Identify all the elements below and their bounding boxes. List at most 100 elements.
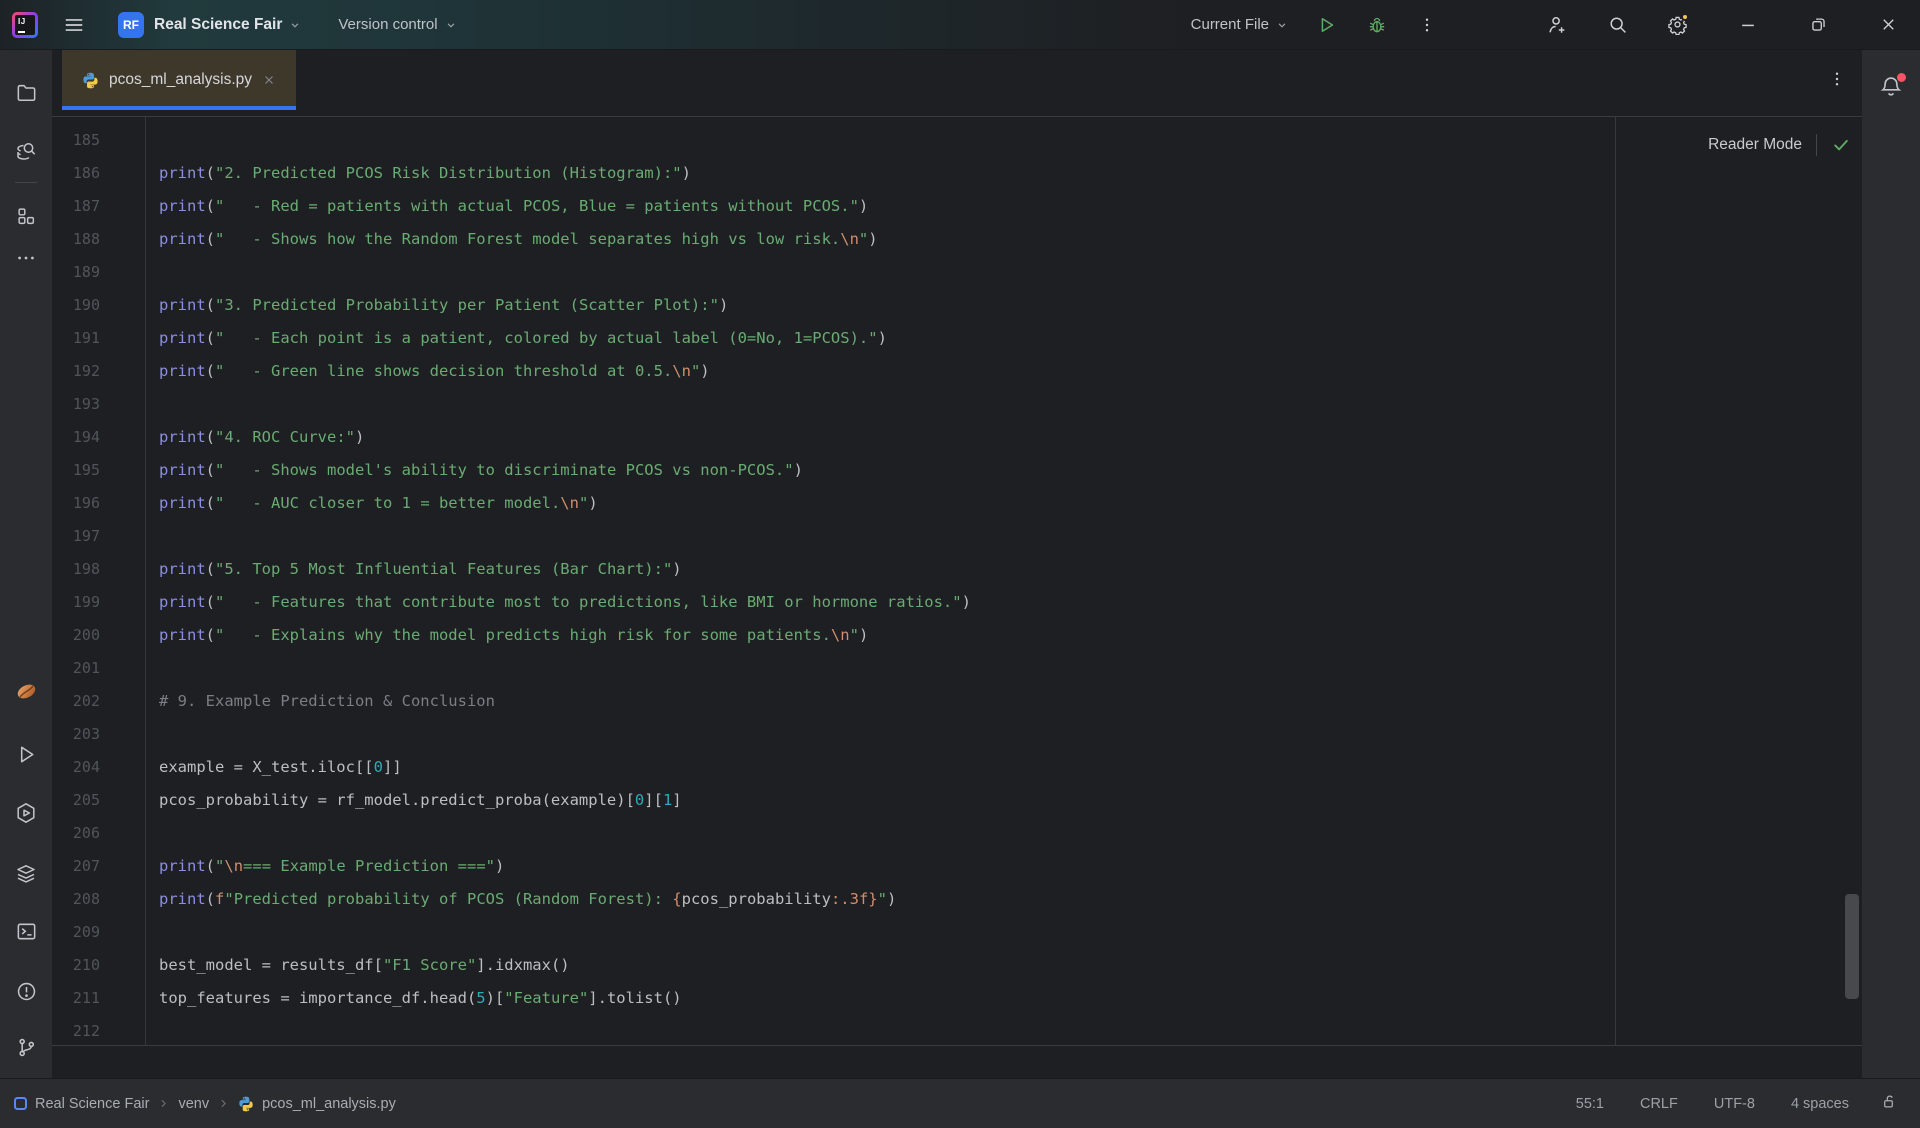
line-number[interactable]: 201 [52,652,145,685]
caret-position-widget[interactable]: 55:1 [1576,1096,1604,1112]
code-text[interactable] [145,520,159,553]
minimize-window-button[interactable] [1734,11,1762,39]
code-text[interactable]: print(" - AUC closer to 1 = better model… [145,487,598,520]
line-number[interactable]: 197 [52,520,145,553]
code-text[interactable] [145,1015,159,1045]
line-number[interactable]: 188 [52,223,145,256]
line-number[interactable]: 204 [52,751,145,784]
line-number[interactable]: 205 [52,784,145,817]
code-text[interactable] [145,256,159,289]
more-actions-button[interactable] [1413,11,1441,39]
line-number[interactable]: 193 [52,388,145,421]
line-number[interactable]: 195 [52,454,145,487]
line-number[interactable]: 202 [52,685,145,718]
tab-label: pcos_ml_analysis.py [109,71,253,88]
code-text[interactable]: print("3. Predicted Probability per Pati… [145,289,728,322]
code-text[interactable]: print(" - Red = patients with actual PCO… [145,190,868,223]
code-text[interactable]: top_features = importance_df.head(5)["Fe… [145,982,682,1015]
line-number[interactable]: 208 [52,883,145,916]
vertical-scrollbar[interactable] [1845,894,1859,999]
run-tool-button[interactable] [12,743,40,771]
vcs-widget[interactable]: Version control [338,16,457,33]
line-number[interactable]: 194 [52,421,145,454]
project-tool-button[interactable] [12,81,40,109]
code-text[interactable]: example = X_test.iloc[[0]] [145,751,402,784]
indent-widget[interactable]: 4 spaces [1791,1096,1849,1112]
code-token: ( [205,164,216,182]
code-text[interactable]: print(" - Shows how the Random Forest mo… [145,223,878,256]
python-packages-tool-button[interactable] [12,862,40,890]
line-number[interactable]: 192 [52,355,145,388]
code-text[interactable] [145,124,159,157]
code-text[interactable]: print("4. ROC Curve:") [145,421,364,454]
search-everywhere-button[interactable] [1603,11,1631,39]
code-token: top_features = importance_df.head( [159,989,477,1007]
line-number[interactable]: 185 [52,124,145,157]
tab-options-button[interactable] [1828,70,1846,93]
structure-tool-button[interactable] [12,204,40,232]
line-number[interactable]: 200 [52,619,145,652]
line-number[interactable]: 190 [52,289,145,322]
line-number[interactable]: 210 [52,949,145,982]
code-editor[interactable]: 185 186 print("2. Predicted PCOS Risk Dist… [52,117,1862,1046]
line-number[interactable]: 191 [52,322,145,355]
tab-close-icon[interactable] [262,73,276,87]
code-with-me-button[interactable] [1543,11,1571,39]
breadcrumb-project[interactable]: Real Science Fair [35,1096,149,1112]
code-text[interactable] [145,718,159,751]
code-text[interactable]: # 9. Example Prediction & Conclusion [145,685,495,718]
code-text[interactable]: print(f"Predicted probability of PCOS (R… [145,883,896,916]
settings-button[interactable] [1663,11,1691,39]
breadcrumb-folder[interactable]: venv [178,1096,209,1112]
code-text[interactable] [145,916,159,949]
code-text[interactable]: print(" - Explains why the model predict… [145,619,868,652]
file-writable-toggle[interactable] [1879,1092,1898,1115]
line-number[interactable]: 198 [52,553,145,586]
code-token: "2. Predicted PCOS Risk Distribution (Hi… [215,164,682,182]
code-text[interactable]: print("\n=== Example Prediction ===") [145,850,504,883]
line-number[interactable]: 196 [52,487,145,520]
code-text[interactable] [145,652,159,685]
run-button[interactable] [1313,11,1341,39]
line-number[interactable]: 186 [52,157,145,190]
code-text[interactable]: print("5. Top 5 Most Influential Feature… [145,553,682,586]
services-tool-button[interactable] [12,801,40,829]
run-configuration-selector[interactable]: Current File [1191,16,1289,33]
line-number[interactable]: 206 [52,817,145,850]
line-number[interactable]: 203 [52,718,145,751]
code-text[interactable]: best_model = results_df["F1 Score"].idxm… [145,949,570,982]
encoding-widget[interactable]: UTF-8 [1714,1096,1755,1112]
project-name: Real Science Fair [154,15,283,33]
line-number[interactable]: 187 [52,190,145,223]
code-text[interactable] [145,388,159,421]
plugin-tool-button[interactable] [12,680,40,708]
code-text[interactable]: print(" - Features that contribute most … [145,586,971,619]
more-tool-windows-button[interactable] [12,246,40,274]
code-text[interactable]: pcos_probability = rf_model.predict_prob… [145,784,682,817]
debug-button[interactable] [1363,11,1391,39]
code-text[interactable]: print(" - Each point is a patient, color… [145,322,887,355]
reader-mode-toggle[interactable] [1831,135,1851,155]
code-text[interactable]: print("2. Predicted PCOS Risk Distributi… [145,157,691,190]
line-number[interactable]: 199 [52,586,145,619]
line-separator-widget[interactable]: CRLF [1640,1096,1678,1112]
restore-window-button[interactable] [1804,11,1832,39]
main-menu-button[interactable] [60,11,88,39]
find-tool-button[interactable] [12,139,40,167]
close-window-button[interactable] [1874,11,1902,39]
line-number[interactable]: 189 [52,256,145,289]
project-widget[interactable]: RF Real Science Fair [118,11,302,38]
code-text[interactable] [145,817,159,850]
line-number[interactable]: 207 [52,850,145,883]
breadcrumb-file[interactable]: pcos_ml_analysis.py [262,1096,396,1112]
line-number[interactable]: 212 [52,1015,145,1045]
terminal-tool-button[interactable] [12,920,40,948]
code-text[interactable]: print(" - Green line shows decision thre… [145,355,710,388]
tab-pcos-ml-analysis[interactable]: pcos_ml_analysis.py [62,50,297,110]
version-control-tool-button[interactable] [12,1036,40,1064]
line-number[interactable]: 209 [52,916,145,949]
code-text[interactable]: print(" - Shows model's ability to discr… [145,454,803,487]
problems-tool-button[interactable] [12,980,40,1008]
line-number[interactable]: 211 [52,982,145,1015]
notifications-button[interactable] [1878,73,1906,102]
